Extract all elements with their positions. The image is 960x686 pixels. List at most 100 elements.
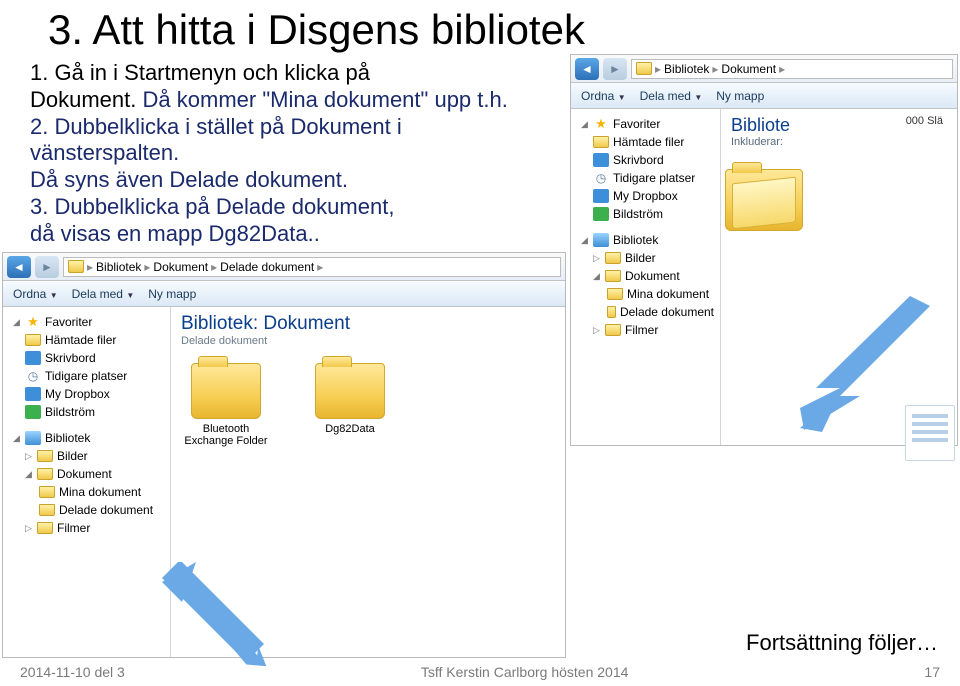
explorer-sidebar: ◢★Favoriter Hämtade filer Skrivbord ◷Tid… bbox=[3, 307, 171, 657]
caret-icon: ▷ bbox=[25, 523, 33, 534]
sidebar-item-tidigare[interactable]: ◷Tidigare platser bbox=[575, 169, 716, 187]
instruction-word: Då kommer "Mina dokument" upp t.h. bbox=[143, 87, 508, 112]
breadcrumb[interactable]: ▸ Bibliotek ▸ Dokument ▸ bbox=[631, 59, 953, 79]
explorer-window-bottom: ◄ ► ▸ Bibliotek ▸ Dokument ▸ Delade doku… bbox=[2, 252, 566, 658]
chevron-right-icon: ▸ bbox=[712, 62, 718, 76]
sidebar-item-favoriter[interactable]: ◢★Favoriter bbox=[575, 115, 716, 133]
library-icon bbox=[593, 233, 609, 247]
instruction-line: 2. Dubbelklicka i stället på Dokument i … bbox=[30, 114, 550, 168]
breadcrumb-segment[interactable]: Bibliotek bbox=[664, 62, 709, 76]
breadcrumb-segment[interactable]: Dokument bbox=[721, 62, 776, 76]
folder-icon bbox=[605, 252, 621, 264]
sidebar-item-dropbox[interactable]: My Dropbox bbox=[7, 385, 166, 403]
slide-title: 3. Att hitta i Disgens bibliotek bbox=[48, 6, 960, 54]
chevron-right-icon: ▸ bbox=[144, 260, 150, 274]
sidebar-item-dropbox[interactable]: My Dropbox bbox=[575, 187, 716, 205]
library-subtitle: Inkluderar: bbox=[731, 136, 947, 148]
recent-icon: ◷ bbox=[593, 171, 609, 185]
sidebar-item-favoriter[interactable]: ◢★Favoriter bbox=[7, 313, 166, 331]
chevron-right-icon: ▸ bbox=[87, 260, 93, 274]
library-icon bbox=[25, 431, 41, 445]
sidebar-item-delade-dokument[interactable]: Delade dokument bbox=[575, 303, 716, 321]
toolbar-dela[interactable]: Dela med ▼ bbox=[72, 287, 135, 301]
library-subtitle: Delade dokument bbox=[181, 335, 555, 347]
folder-icon bbox=[68, 260, 84, 273]
caret-icon: ▷ bbox=[593, 325, 601, 336]
sidebar-item-mina-dokument[interactable]: Mina dokument bbox=[575, 285, 716, 303]
star-icon: ★ bbox=[593, 117, 609, 131]
sidebar-item-bildstrom[interactable]: Bildström bbox=[575, 205, 716, 223]
chevron-down-icon: ▼ bbox=[50, 291, 58, 300]
sidebar-item-mina-dokument[interactable]: Mina dokument bbox=[7, 483, 166, 501]
folder-icon bbox=[607, 288, 623, 300]
folder-icon bbox=[37, 450, 53, 462]
nav-back-button[interactable]: ◄ bbox=[7, 256, 31, 278]
folder-icon bbox=[315, 363, 385, 419]
instruction-line: Då syns även Delade dokument. bbox=[30, 167, 550, 194]
breadcrumb-segment[interactable]: Bibliotek bbox=[96, 260, 141, 274]
chevron-down-icon: ▼ bbox=[618, 93, 626, 102]
caret-icon: ▷ bbox=[25, 451, 33, 462]
caret-icon: ◢ bbox=[581, 235, 589, 246]
folder-item-bluetooth[interactable]: Bluetooth Exchange Folder bbox=[181, 363, 271, 447]
sidebar-item-filmer[interactable]: ▷Filmer bbox=[575, 321, 716, 339]
sidebar-item-tidigare[interactable]: ◷Tidigare platser bbox=[7, 367, 166, 385]
chevron-down-icon: ▼ bbox=[126, 291, 134, 300]
toolbar-nymapp[interactable]: Ny mapp bbox=[716, 89, 764, 103]
dropbox-icon bbox=[25, 387, 41, 401]
toolbar-nymapp[interactable]: Ny mapp bbox=[148, 287, 196, 301]
chevron-right-icon: ▸ bbox=[211, 260, 217, 274]
instruction-block: 1. Gå in i Startmenyn och klicka på Doku… bbox=[30, 60, 550, 248]
folder-icon bbox=[37, 468, 53, 480]
footer-date: 2014-11-10 del 3 bbox=[20, 664, 125, 680]
instruction-line: 3. Dubbelklicka på Delade dokument, bbox=[30, 194, 550, 221]
toolbar-ordna[interactable]: Ordna ▼ bbox=[13, 287, 58, 301]
chevron-right-icon: ▸ bbox=[317, 260, 323, 274]
continuation-text: Fortsättning följer… bbox=[746, 630, 938, 656]
toolbar-dela[interactable]: Dela med ▼ bbox=[640, 89, 703, 103]
folder-icon bbox=[607, 306, 616, 318]
sidebar-item-hamtade[interactable]: Hämtade filer bbox=[575, 133, 716, 151]
instruction-word: Dokument. bbox=[30, 87, 136, 112]
explorer-toolbar: Ordna ▼ Dela med ▼ Ny mapp bbox=[3, 281, 565, 307]
breadcrumb-segment[interactable]: Dokument bbox=[153, 260, 208, 274]
sidebar-item-hamtade[interactable]: Hämtade filer bbox=[7, 331, 166, 349]
nav-back-button[interactable]: ◄ bbox=[575, 58, 599, 80]
folder-icon bbox=[39, 504, 55, 516]
folder-label: Dg82Data bbox=[325, 423, 375, 435]
nav-forward-button[interactable]: ► bbox=[603, 58, 627, 80]
explorer-toolbar: Ordna ▼ Dela med ▼ Ny mapp bbox=[571, 83, 957, 109]
breadcrumb-segment[interactable]: Delade dokument bbox=[220, 260, 314, 274]
folder-label: Bluetooth Exchange Folder bbox=[181, 423, 271, 447]
sidebar-item-delade-dokument[interactable]: Delade dokument bbox=[7, 501, 166, 519]
cloud-icon bbox=[593, 207, 609, 221]
sidebar-item-bibliotek[interactable]: ◢Bibliotek bbox=[575, 231, 716, 249]
caret-icon: ◢ bbox=[13, 433, 21, 444]
chevron-right-icon: ▸ bbox=[655, 62, 661, 76]
cloud-icon bbox=[25, 405, 41, 419]
sidebar-item-skrivbord[interactable]: Skrivbord bbox=[7, 349, 166, 367]
toolbar-ordna[interactable]: Ordna ▼ bbox=[581, 89, 626, 103]
sidebar-item-bilder[interactable]: ▷Bilder bbox=[7, 447, 166, 465]
large-folder-icon[interactable] bbox=[725, 169, 803, 231]
desktop-icon bbox=[25, 351, 41, 365]
sidebar-item-filmer[interactable]: ▷Filmer bbox=[7, 519, 166, 537]
sidebar-item-bildstrom[interactable]: Bildström bbox=[7, 403, 166, 421]
folder-item-dg82data[interactable]: Dg82Data bbox=[305, 363, 395, 447]
caret-icon: ◢ bbox=[593, 271, 601, 282]
folder-icon bbox=[191, 363, 261, 419]
dropbox-icon bbox=[593, 189, 609, 203]
caret-icon: ◢ bbox=[25, 469, 33, 480]
folder-icon bbox=[593, 136, 609, 148]
sidebar-item-dokument[interactable]: ◢Dokument bbox=[575, 267, 716, 285]
sidebar-item-bibliotek[interactable]: ◢Bibliotek bbox=[7, 429, 166, 447]
folder-icon bbox=[37, 522, 53, 534]
star-icon: ★ bbox=[25, 315, 41, 329]
nav-forward-button[interactable]: ► bbox=[35, 256, 59, 278]
sidebar-item-skrivbord[interactable]: Skrivbord bbox=[575, 151, 716, 169]
sidebar-item-bilder[interactable]: ▷Bilder bbox=[575, 249, 716, 267]
breadcrumb[interactable]: ▸ Bibliotek ▸ Dokument ▸ Delade dokument… bbox=[63, 257, 561, 277]
footer-page: 17 bbox=[924, 664, 940, 680]
sidebar-item-dokument[interactable]: ◢Dokument bbox=[7, 465, 166, 483]
explorer-nav-bar: ◄ ► ▸ Bibliotek ▸ Dokument ▸ bbox=[571, 55, 957, 83]
